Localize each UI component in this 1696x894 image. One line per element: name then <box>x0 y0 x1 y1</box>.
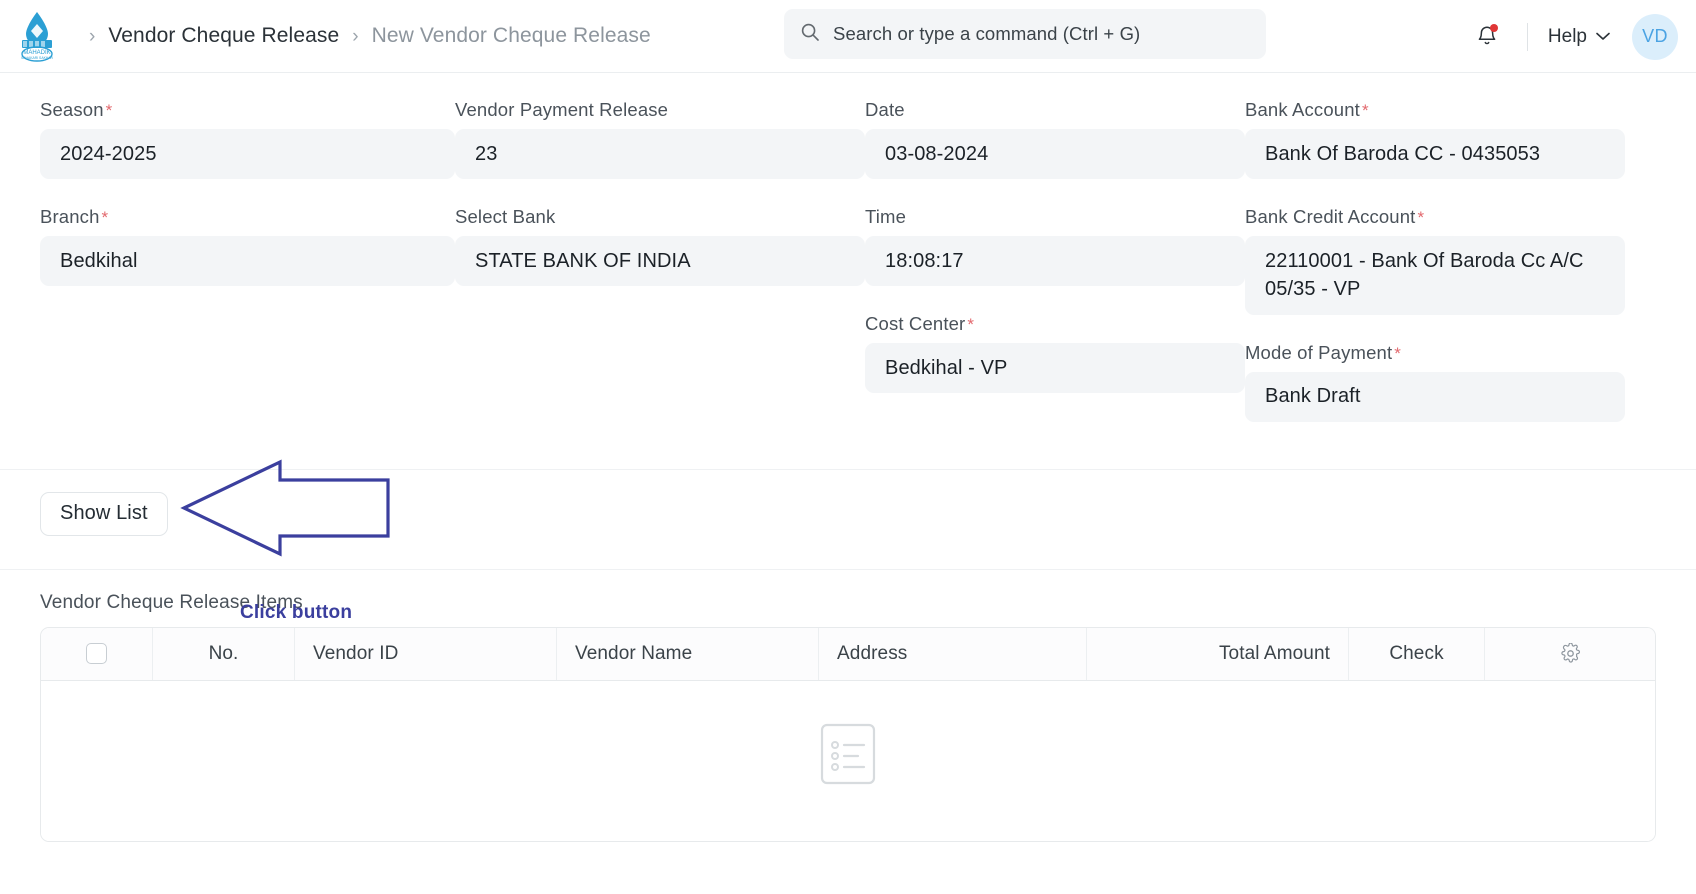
select-all-checkbox[interactable] <box>86 643 107 665</box>
input-mode-of-payment[interactable]: Bank Draft <box>1245 371 1625 422</box>
empty-list-icon <box>820 723 876 784</box>
label-text: Bank Credit Account <box>1245 206 1416 227</box>
column-spacer <box>40 192 455 206</box>
required-asterisk: * <box>105 101 113 120</box>
field-season: Season * 2024-2025 <box>40 99 455 179</box>
navbar-right-actions: Help VD <box>1467 0 1678 73</box>
chevron-down-icon <box>1596 32 1610 40</box>
input-branch[interactable]: Bedkihal <box>40 236 455 286</box>
input-date[interactable]: 03-08-2024 <box>865 129 1245 179</box>
help-menu-button[interactable]: Help <box>1548 26 1610 48</box>
table-empty-state <box>41 680 1655 841</box>
show-list-button[interactable]: Show List <box>40 491 168 536</box>
field-bank-account: Bank Account * Bank Of Baroda CC - 043505… <box>1245 99 1625 179</box>
field-select-bank: Select Bank STATE BANK OF INDIA <box>455 206 865 286</box>
form-column-2: Vendor Payment Release 23 Select Bank ST… <box>455 99 865 435</box>
field-label-date: Date <box>865 99 905 120</box>
child-table: No. Vendor ID Vendor Name Address Total … <box>40 626 1656 842</box>
form-column-1: Season * 2024-2025 Branch * Bedkihal <box>40 99 455 435</box>
svg-text:SAHAKARI SAKHAR: SAHAKARI SAKHAR <box>21 56 54 60</box>
form-column-3: Date 03-08-2024 Time 18:08:17 Cost Cente… <box>865 99 1245 435</box>
search-input[interactable]: Search or type a command (Ctrl + G) <box>784 9 1266 59</box>
field-label-select-bank: Select Bank <box>455 206 556 227</box>
label-text: Mode of Payment <box>1245 341 1393 363</box>
breadcrumb: › Vendor Cheque Release › New Vendor Che… <box>76 24 651 48</box>
gear-icon <box>1560 643 1580 663</box>
field-label-season: Season * <box>40 99 455 121</box>
table-header-total-amount[interactable]: Total Amount <box>1087 627 1349 680</box>
table-header-vendor-id[interactable]: Vendor ID <box>295 627 557 680</box>
child-table-section: Vendor Cheque Release Items No. Vendor I… <box>0 570 1696 842</box>
app-logo[interactable]: MAHADIK SAHAKARI SAKHAR <box>14 11 60 62</box>
label-text: Branch <box>40 206 100 227</box>
required-asterisk: * <box>101 208 109 227</box>
column-spacer <box>455 192 865 206</box>
field-time: Time 18:08:17 <box>865 206 1245 286</box>
input-vendor-payment-release[interactable]: 23 <box>455 129 865 179</box>
input-cost-center[interactable]: Bedkihal - VP <box>865 343 1245 393</box>
field-label-bank-credit-account: Bank Credit Account * <box>1245 206 1625 228</box>
table-settings-button[interactable] <box>1485 628 1655 680</box>
input-time[interactable]: 18:08:17 <box>865 236 1245 286</box>
breadcrumb-current: New Vendor Cheque Release <box>371 24 651 47</box>
column-spacer <box>865 192 1245 206</box>
mahadik-logo-icon: MAHADIK SAHAKARI SAKHAR <box>21 12 54 62</box>
page-body: Season * 2024-2025 Branch * Bedkihal Vendo… <box>0 73 1696 842</box>
form-column-4: Bank Account * Bank Of Baroda CC - 043505… <box>1245 99 1625 435</box>
input-bank-account[interactable]: Bank Of Baroda CC - 0435053 <box>1245 129 1625 179</box>
table-header-row: No. Vendor ID Vendor Name Address Total … <box>41 627 1655 681</box>
input-bank-credit-account[interactable]: 22110001 - Bank Of Baroda Cc A/C 05/35 -… <box>1245 236 1625 315</box>
field-label-mode-of-payment: Mode of Payment * <box>1245 342 1625 364</box>
table-header-check[interactable]: Check <box>1349 627 1485 680</box>
table-header-vendor-name[interactable]: Vendor Name <box>557 627 819 680</box>
field-label-time: Time <box>865 206 907 227</box>
field-branch: Branch * Bedkihal <box>40 206 455 286</box>
required-asterisk: * <box>1417 208 1425 227</box>
required-asterisk: * <box>1361 101 1369 120</box>
field-mode-of-payment: Mode of Payment * Bank Draft <box>1245 342 1625 422</box>
field-cost-center: Cost Center * Bedkihal - VP <box>865 313 1245 393</box>
breadcrumb-separator-2: › <box>352 25 359 47</box>
field-label-vendor-payment-release: Vendor Payment Release <box>455 99 669 120</box>
input-season[interactable]: 2024-2025 <box>40 129 455 179</box>
notifications-button[interactable] <box>1467 17 1507 57</box>
required-asterisk: * <box>1394 343 1402 363</box>
form-section: Season * 2024-2025 Branch * Bedkihal Vendo… <box>0 73 1696 470</box>
column-spacer <box>1245 192 1625 206</box>
field-vendor-payment-release: Vendor Payment Release 23 <box>455 99 865 179</box>
navbar: MAHADIK SAHAKARI SAKHAR › Vendor Cheque … <box>0 0 1696 73</box>
required-asterisk: * <box>967 315 975 334</box>
input-select-bank[interactable]: STATE BANK OF INDIA <box>455 236 865 286</box>
table-header-address[interactable]: Address <box>819 627 1087 680</box>
actions-bar: Show List <box>0 459 1696 570</box>
search-placeholder: Search or type a command (Ctrl + G) <box>833 23 1141 44</box>
label-text: Season <box>40 99 104 120</box>
user-avatar[interactable]: VD <box>1632 13 1678 60</box>
field-label-cost-center: Cost Center * <box>865 313 1245 335</box>
breadcrumb-parent-link[interactable]: Vendor Cheque Release <box>108 24 339 48</box>
field-label-branch: Branch * <box>40 206 455 228</box>
breadcrumb-separator-1: › <box>89 25 96 47</box>
navbar-divider <box>1526 22 1528 51</box>
search-icon <box>800 22 820 47</box>
label-text: Bank Account <box>1245 99 1360 120</box>
column-spacer <box>865 299 1245 313</box>
child-table-title: Vendor Cheque Release Items <box>40 591 303 613</box>
label-text: Cost Center <box>865 313 966 334</box>
notification-badge-dot <box>1489 23 1498 32</box>
field-bank-credit-account: Bank Credit Account * 22110001 - Bank Of … <box>1245 206 1625 315</box>
field-date: Date 03-08-2024 <box>865 99 1245 179</box>
help-label: Help <box>1547 25 1587 47</box>
column-spacer <box>1245 328 1625 342</box>
table-header-select <box>41 627 153 680</box>
table-header-no[interactable]: No. <box>153 627 295 680</box>
field-label-bank-account: Bank Account * <box>1245 99 1625 121</box>
